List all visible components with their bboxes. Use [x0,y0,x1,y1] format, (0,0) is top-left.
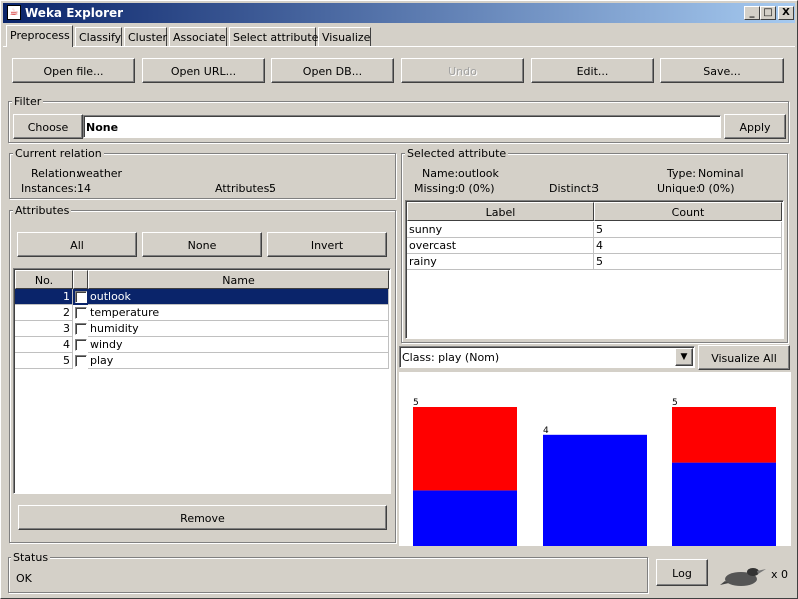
title-bar: ☕ Weka Explorer _ □ X [3,3,795,23]
attr-missing-label: Missing: [414,182,459,195]
row-checkbox[interactable] [75,355,87,367]
java-coffee-icon: ☕ [7,5,21,20]
minimize-button[interactable]: _ [744,6,760,20]
instances-label: Instances: [21,182,78,195]
relation-label: Relation: [31,167,80,180]
row-no: 1 [15,289,73,305]
remove-button[interactable]: Remove [18,505,387,530]
open-db-button[interactable]: Open DB... [271,58,394,83]
row-no: 3 [15,321,73,337]
bar-segment-rainy-0 [672,462,776,546]
tab-visualize[interactable]: Visualize [318,27,371,46]
attr-name-value: outlook [458,167,499,180]
row-no: 2 [15,305,73,321]
value-count-cell: 5 [594,222,782,238]
row-name[interactable]: temperature [88,305,389,321]
relation-value: weather [77,167,123,180]
attributes-title: Attributes [13,204,72,217]
value-label-cell: rainy [407,254,594,270]
bar-segment-overcast-0 [543,434,647,546]
instances-value: 14 [77,182,91,195]
row-name[interactable]: outlook [88,289,389,305]
attr-type-value: Nominal [698,167,744,180]
row-checkbox[interactable] [75,307,87,319]
bar-segment-rainy-1 [672,407,776,463]
tab-cluster[interactable]: Cluster [124,27,167,46]
column-header-count[interactable]: Count [594,202,782,221]
chevron-down-icon[interactable]: ▼ [675,348,693,366]
value-count-cell: 5 [594,254,782,270]
row-checkbox[interactable] [75,291,87,303]
row-checkbox[interactable] [75,339,87,351]
column-header-label[interactable]: Label [407,202,594,221]
open-url-button[interactable]: Open URL... [142,58,265,83]
column-header-checkbox[interactable] [73,270,88,289]
choose-button[interactable]: Choose [13,114,83,139]
window-title: Weka Explorer [25,6,124,20]
tab-preprocess[interactable]: Preprocess [6,25,73,47]
attributes-count-value: 5 [269,182,276,195]
class-select-value: Class: play (Nom) [402,351,500,364]
tab-select-attributes[interactable]: Select attributes [229,27,324,46]
weka-bird-icon [720,568,766,586]
status-title: Status [11,551,51,564]
row-checkbox[interactable] [75,323,87,335]
row-name[interactable]: windy [88,337,389,353]
bar-total-label-sunny: 5 [413,398,419,408]
bar-total-label-rainy: 5 [672,398,678,408]
value-label-cell: sunny [407,222,594,238]
class-select[interactable]: Class: play (Nom) [399,346,695,368]
status-panel [8,557,648,593]
maximize-button[interactable]: □ [760,6,776,20]
selected-attribute-title: Selected attribute [405,147,509,160]
tab-divider [3,46,795,47]
bar-total-label-overcast: 4 [543,426,549,436]
undo-button[interactable]: Undo [401,58,524,83]
bar-segment-sunny-0 [413,490,517,546]
column-header-no[interactable]: No. [15,270,73,289]
task-count: x 0 [771,568,789,581]
attr-unique-label: Unique: [657,182,700,195]
weka-explorer-window: ☕ Weka Explorer _ □ X Preprocess Classif… [0,0,798,599]
row-no: 4 [15,337,73,353]
row-name[interactable]: play [88,353,389,369]
attr-missing-value: 0 (0%) [458,182,495,195]
tab-associate[interactable]: Associate [169,27,227,46]
current-relation-title: Current relation [13,147,104,160]
select-all-button[interactable]: All [17,232,137,257]
value-label-cell: overcast [407,238,594,254]
attr-name-label: Name: [422,167,459,180]
status-text: OK [16,572,32,585]
filter-field[interactable]: None [83,115,721,138]
attr-unique-value: 0 (0%) [698,182,735,195]
invert-selection-button[interactable]: Invert [267,232,387,257]
tab-classify[interactable]: Classify [75,27,122,46]
edit-button[interactable]: Edit... [531,58,654,83]
attr-distinct-label: Distinct: [549,182,595,195]
column-header-name[interactable]: Name [88,270,389,289]
save-button[interactable]: Save... [660,58,784,83]
attr-distinct-value: 3 [592,182,599,195]
row-no: 5 [15,353,73,369]
class-distribution-histogram: 5 4 5 [399,372,791,546]
bar-segment-sunny-1 [413,407,517,491]
visualize-all-button[interactable]: Visualize All [698,345,790,370]
value-count-cell: 4 [594,238,782,254]
select-none-button[interactable]: None [142,232,262,257]
close-button[interactable]: X [778,6,794,20]
filter-title: Filter [12,95,44,108]
log-button[interactable]: Log [656,559,708,586]
open-file-button[interactable]: Open file... [12,58,135,83]
attributes-count-label: Attributes: [215,182,274,195]
apply-button[interactable]: Apply [724,114,786,139]
attr-type-label: Type: [667,167,696,180]
row-name[interactable]: humidity [88,321,389,337]
